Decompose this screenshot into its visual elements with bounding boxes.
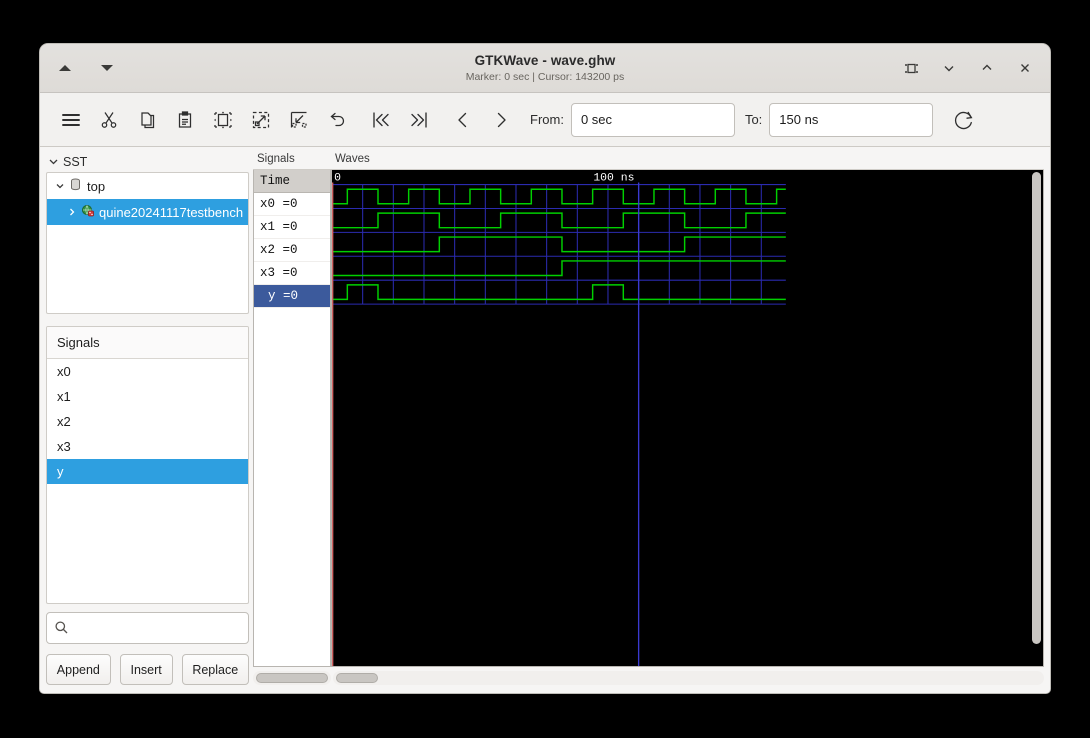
- menu-button[interactable]: [52, 101, 90, 139]
- waveform-title: Waves: [331, 153, 1044, 170]
- search-input[interactable]: [46, 612, 249, 644]
- scrollbar-thumb[interactable]: [256, 673, 328, 683]
- instance-icon: [81, 204, 95, 221]
- cut-button[interactable]: [90, 101, 128, 139]
- signal-label: x1: [57, 389, 71, 404]
- go-to-end-button[interactable]: [400, 101, 438, 139]
- scrollbar-thumb[interactable]: [1032, 172, 1041, 645]
- chevron-down-icon: [49, 159, 58, 165]
- signal-action-buttons: Append Insert Replace: [46, 654, 249, 685]
- scrollbar-thumb[interactable]: [336, 673, 378, 683]
- signal-name-row[interactable]: x3 =0: [254, 262, 330, 285]
- search-field: [46, 612, 249, 644]
- copy-button[interactable]: [128, 101, 166, 139]
- waveform-vertical-scrollbar[interactable]: [1032, 172, 1041, 664]
- signal-name-row[interactable]: y =0: [254, 285, 330, 308]
- to-label: To:: [744, 112, 763, 127]
- undo-button[interactable]: [318, 101, 356, 139]
- window-subtitle: Marker: 0 sec | Cursor: 143200 ps: [465, 71, 625, 83]
- sst-header[interactable]: SST: [46, 153, 249, 172]
- waveform-pane: Waves 0 100 ns: [331, 153, 1044, 667]
- triangle-up-icon: [59, 65, 71, 71]
- sidebar: SST top quine20241117testbench Signals x…: [40, 147, 253, 693]
- signal-label: x0: [57, 364, 71, 379]
- zoom-in-button[interactable]: [242, 101, 280, 139]
- chevron-down-icon[interactable]: [53, 181, 67, 191]
- signal-label: y: [57, 464, 64, 479]
- list-item[interactable]: x2: [47, 409, 248, 434]
- signals-list[interactable]: x0 x1 x2 x3 y: [47, 359, 248, 603]
- from-input[interactable]: [570, 102, 735, 137]
- close-button[interactable]: [1014, 57, 1036, 79]
- reload-button[interactable]: [945, 101, 983, 139]
- sst-tree[interactable]: top quine20241117testbench: [46, 172, 249, 314]
- time-tick-label: 0: [334, 171, 341, 184]
- chevron-right-icon[interactable]: [65, 207, 79, 217]
- minimize-button[interactable]: [938, 57, 960, 79]
- waveform-canvas[interactable]: 0 100 ns: [332, 170, 1043, 667]
- signal-label: x2: [57, 414, 71, 429]
- horizontal-scrollbars: [253, 671, 1044, 685]
- signal-name-row[interactable]: x0 =0: [254, 193, 330, 216]
- append-button[interactable]: Append: [46, 654, 111, 685]
- list-item[interactable]: y: [47, 459, 248, 484]
- list-item[interactable]: x0: [47, 359, 248, 384]
- nav-down-button[interactable]: [96, 57, 118, 79]
- list-item[interactable]: x1: [47, 384, 248, 409]
- restore-button[interactable]: [900, 57, 922, 79]
- module-icon: [69, 178, 82, 194]
- triangle-down-icon: [101, 65, 113, 71]
- tree-item-label: top: [87, 178, 106, 194]
- paste-button[interactable]: [166, 101, 204, 139]
- maximize-button[interactable]: [976, 57, 998, 79]
- signal-names-pane: Signals Time x0 =0 x1 =0 x2 =0 x3 =0 y =…: [253, 153, 331, 667]
- signal-label: x3: [57, 439, 71, 454]
- tree-item-top[interactable]: top: [47, 173, 248, 199]
- toolbar: From: To:: [40, 93, 1050, 147]
- from-label: From:: [530, 112, 564, 127]
- signal-name-row[interactable]: x2 =0: [254, 239, 330, 262]
- window-title: GTKWave - wave.ghw: [474, 53, 616, 68]
- to-input[interactable]: [769, 102, 934, 137]
- zoom-fit-button[interactable]: [204, 101, 242, 139]
- tree-item-quine20241117testbench[interactable]: quine20241117testbench: [47, 199, 248, 225]
- signal-names-list[interactable]: Time x0 =0 x1 =0 x2 =0 x3 =0 y =0: [253, 170, 331, 667]
- window-body: SST top quine20241117testbench Signals x…: [40, 147, 1050, 693]
- title-bar: GTKWave - wave.ghw Marker: 0 sec | Curso…: [40, 44, 1050, 93]
- window-title-block: GTKWave - wave.ghw Marker: 0 sec | Curso…: [40, 44, 1050, 92]
- signal-name-row[interactable]: x1 =0: [254, 216, 330, 239]
- names-horizontal-scrollbar[interactable]: [253, 671, 331, 685]
- signal-names-title: Signals: [253, 153, 331, 170]
- replace-button[interactable]: Replace: [181, 654, 249, 685]
- sst-label: SST: [63, 154, 88, 169]
- signals-panel-header: Signals: [47, 327, 248, 359]
- gtkwave-window: GTKWave - wave.ghw Marker: 0 sec | Curso…: [40, 44, 1050, 693]
- waveform-canvas-area[interactable]: 0 100 ns: [331, 170, 1044, 667]
- list-item[interactable]: x3: [47, 434, 248, 459]
- go-to-start-button[interactable]: [362, 101, 400, 139]
- insert-button[interactable]: Insert: [119, 654, 173, 685]
- next-edge-button[interactable]: [482, 101, 520, 139]
- time-tick-label: 100 ns: [593, 171, 634, 184]
- previous-edge-button[interactable]: [444, 101, 482, 139]
- zoom-out-button[interactable]: [280, 101, 318, 139]
- signals-panel: Signals x0 x1 x2 x3 y: [46, 326, 249, 604]
- time-header-row: Time: [254, 170, 330, 193]
- wave-area: Signals Time x0 =0 x1 =0 x2 =0 x3 =0 y =…: [253, 147, 1050, 693]
- waves-horizontal-scrollbar[interactable]: [333, 671, 1044, 685]
- nav-up-button[interactable]: [54, 57, 76, 79]
- tree-item-label: quine20241117testbench: [99, 204, 244, 220]
